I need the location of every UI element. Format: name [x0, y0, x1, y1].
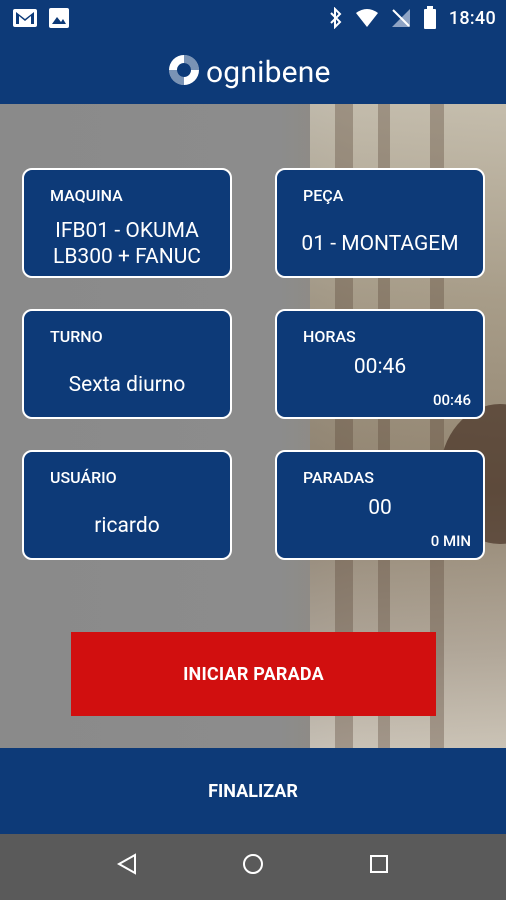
hours-sub-value: 00:46 [432, 391, 471, 409]
hours-value: 00:46 [353, 355, 407, 379]
home-icon[interactable] [241, 852, 265, 880]
part-label: PEÇA [303, 186, 344, 205]
logo-text: ognibene [206, 54, 331, 90]
clock: 18:40 [448, 7, 496, 29]
hours-label: HORAS [303, 327, 356, 346]
finish-button[interactable]: FINALIZAR [0, 748, 506, 834]
hours-card[interactable]: HORAS 00:46 00:46 [275, 309, 485, 419]
no-signal-icon [391, 8, 411, 28]
bluetooth-icon [329, 7, 343, 29]
part-value: 01 - MONTAGEM [301, 232, 459, 256]
stops-card[interactable]: PARADAS 00 0 MIN [275, 450, 485, 560]
wifi-icon [355, 8, 379, 28]
start-stop-button[interactable]: INICIAR PARADA [71, 632, 436, 716]
stops-label: PARADAS [303, 468, 374, 487]
back-icon[interactable] [116, 852, 138, 880]
brand-logo: ognibene [168, 54, 331, 90]
user-value: ricardo [94, 514, 160, 538]
shift-value: Sexta diurno [68, 373, 186, 397]
ognibene-logo-icon [168, 54, 200, 90]
status-bar: 18:40 [0, 0, 506, 36]
user-label: USUÁRIO [50, 468, 117, 487]
gmail-icon [12, 7, 38, 29]
stops-minutes: 0 MIN [430, 532, 471, 550]
system-nav-bar [0, 834, 506, 900]
machine-card[interactable]: MAQUINA IFB01 - OKUMA LB300 + FANUC [22, 168, 232, 278]
app-header: ognibene [0, 36, 506, 104]
part-card[interactable]: PEÇA 01 - MONTAGEM [275, 168, 485, 278]
machine-label: MAQUINA [50, 186, 123, 205]
battery-icon [423, 6, 437, 30]
machine-value: IFB01 - OKUMA LB300 + FANUC [53, 219, 201, 269]
image-icon [48, 7, 70, 29]
shift-label: TURNO [50, 327, 103, 346]
recents-icon[interactable] [368, 852, 390, 880]
stops-value: 00 [368, 496, 392, 520]
shift-card[interactable]: TURNO Sexta diurno [22, 309, 232, 419]
user-card[interactable]: USUÁRIO ricardo [22, 450, 232, 560]
